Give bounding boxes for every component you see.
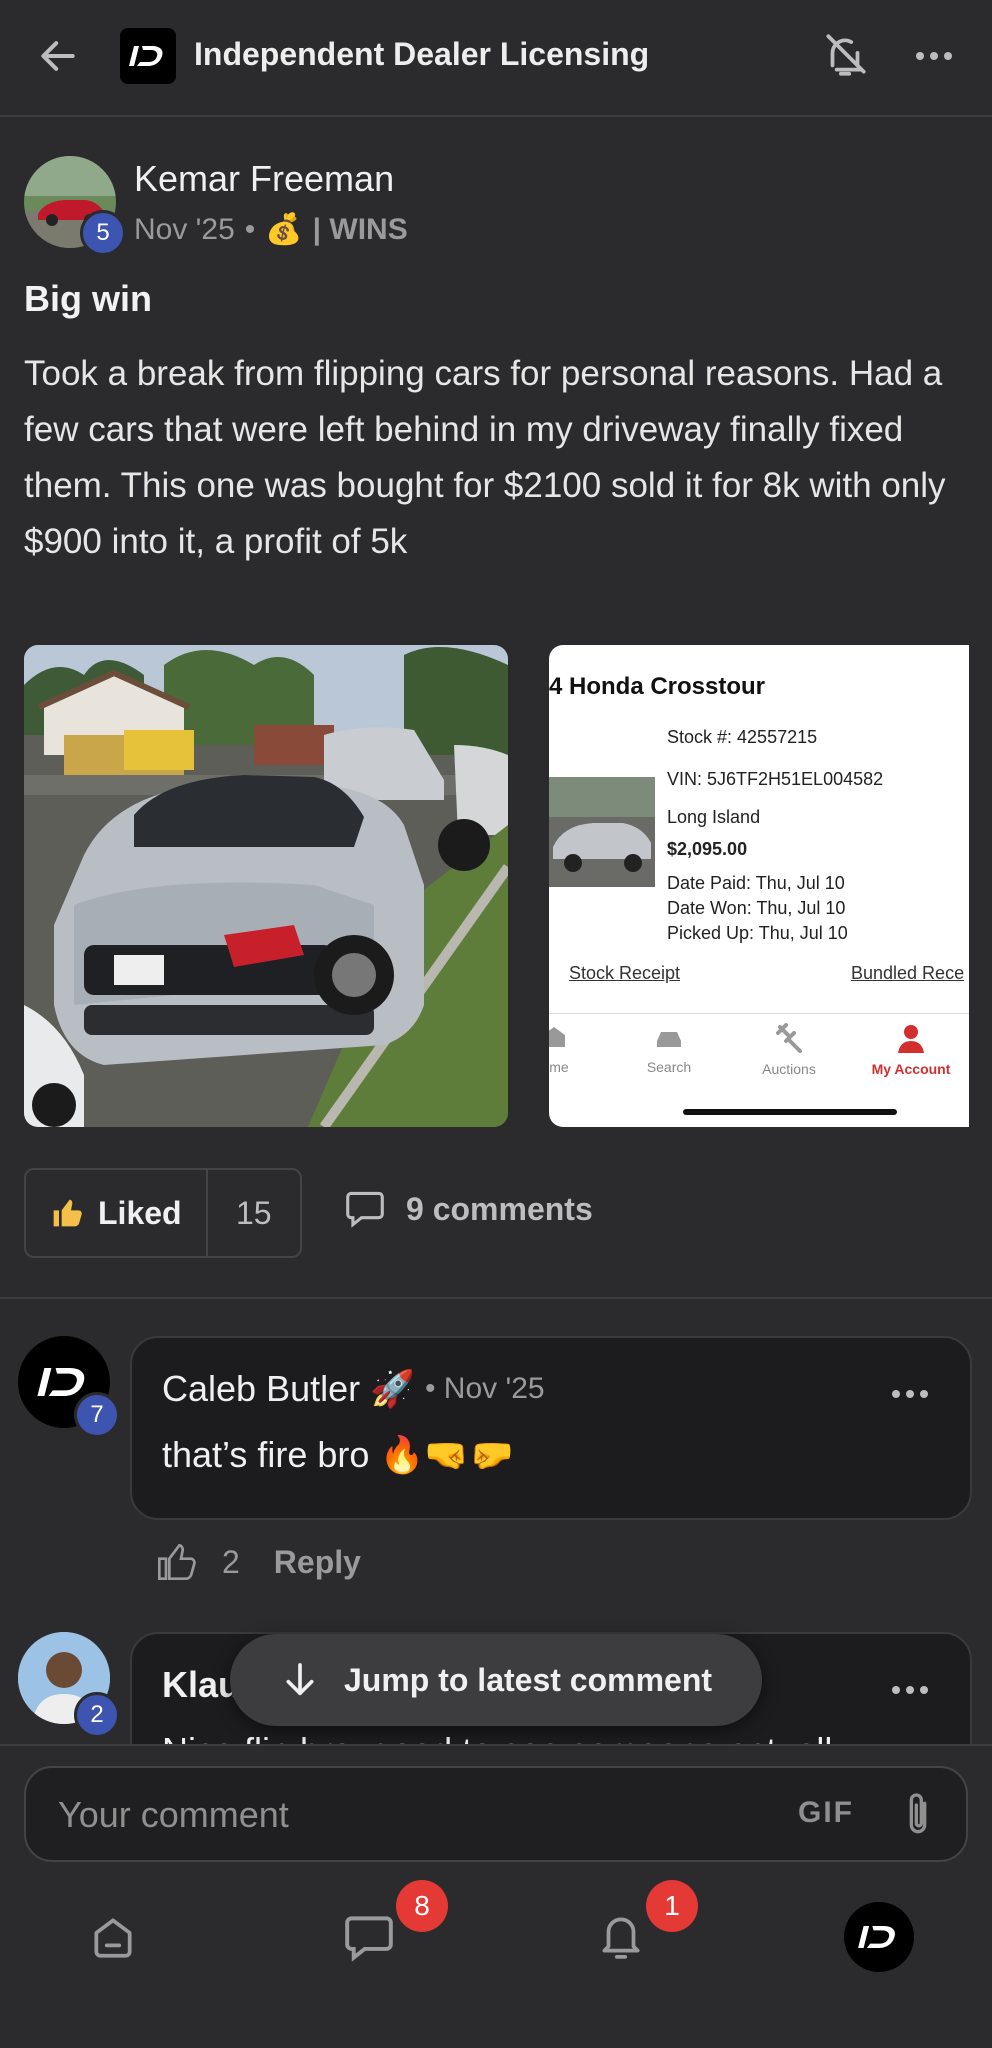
comment-author[interactable]: Caleb Butler <box>162 1368 360 1410</box>
bottom-tab-bar: 8 1 <box>0 1880 992 2048</box>
post-image-receipt[interactable]: 4 Honda Crosstour Stock #: 42557215 VIN:… <box>549 645 969 1127</box>
post-title: Big win <box>24 278 152 319</box>
receipt-date-paid: Date Paid: Thu, Jul 10 <box>667 873 845 893</box>
post-category[interactable]: | WINS <box>313 213 408 247</box>
money-bag-icon: 💰 <box>265 213 303 246</box>
receipt-nav-auctions-label: Auctions <box>762 1061 816 1077</box>
car-icon <box>657 1032 681 1047</box>
post-author-name[interactable]: Kemar Freeman <box>134 158 394 200</box>
receipt-nav-search: Search <box>639 1027 699 1075</box>
gif-button[interactable]: GIF <box>798 1796 854 1830</box>
receipt-date-won: Date Won: Thu, Jul 10 <box>667 898 846 918</box>
receipt-stock-link: Stock Receipt <box>569 963 681 983</box>
receipt-nav-account-label: My Account <box>871 1061 951 1077</box>
user-level-badge: 5 <box>80 210 126 256</box>
thumbs-up-icon <box>53 1199 82 1227</box>
receipt-nav-home-label: me <box>549 1059 569 1075</box>
car-thumbnail <box>549 777 655 887</box>
thumbs-up-outline-icon[interactable] <box>156 1542 196 1582</box>
receipt-picked-up: Picked Up: Thu, Jul 10 <box>667 923 848 943</box>
comment-date: • Nov '25 <box>424 1372 545 1405</box>
user-level-badge: 7 <box>74 1392 120 1438</box>
receipt-vin: VIN: 5J6TF2H51EL004582 <box>667 769 884 789</box>
jump-to-latest-button[interactable]: Jump to latest comment <box>230 1634 762 1726</box>
comment-like-count: 2 <box>222 1543 240 1580</box>
receipt-nav-account: My Account <box>861 1023 961 1077</box>
user-level-badge: 2 <box>74 1692 120 1738</box>
comments-button[interactable]: 9 comments <box>344 1190 593 1228</box>
person-icon <box>898 1025 924 1053</box>
section-divider <box>0 1297 992 1299</box>
community-title: Independent Dealer Licensing <box>194 36 650 72</box>
gavel-icon <box>776 1023 802 1053</box>
car-photo <box>24 645 508 1127</box>
receipt-nav-home: me <box>549 1027 579 1075</box>
id-logo-icon <box>129 46 163 66</box>
comment-text: that’s fire bro 🔥🤜🤛 <box>162 1434 514 1475</box>
post-body: Took a break from flipping cars for pers… <box>24 354 946 561</box>
community-logo <box>120 28 176 84</box>
receipt-bundled-link: Bundled Rece <box>851 963 965 983</box>
comment-bubble: Caleb Butler 🚀 • Nov '25 that’s fire bro… <box>130 1336 972 1520</box>
like-label: Liked <box>98 1194 182 1231</box>
notifications-icon[interactable] <box>596 1908 646 1964</box>
meta-separator: • <box>244 212 256 246</box>
back-arrow-icon[interactable] <box>36 34 80 78</box>
comment-bubble-icon <box>346 1191 384 1228</box>
comment-input[interactable]: Your comment GIF <box>24 1766 968 1862</box>
more-options-icon[interactable] <box>916 52 952 60</box>
receipt-stock: Stock #: 42557215 <box>667 727 818 747</box>
post-date: Nov '25 <box>134 212 235 246</box>
rocket-icon: 🚀 <box>370 1368 415 1409</box>
receipt-location: Long Island <box>667 807 761 827</box>
comment-more-icon[interactable] <box>892 1686 928 1694</box>
receipt-price: $2,095.00 <box>667 839 748 859</box>
receipt-car-thumb <box>549 777 655 887</box>
id-logo-icon <box>858 1926 895 1948</box>
chat-icon[interactable] <box>342 1914 396 1962</box>
notifications-off-icon[interactable] <box>820 30 870 80</box>
comments-count-label: 9 comments <box>406 1190 593 1227</box>
like-toggle[interactable]: Liked <box>26 1170 208 1256</box>
attachment-icon[interactable] <box>898 1790 938 1840</box>
home-indicator <box>683 1109 897 1115</box>
comment-text: Nice flip bro, good to see someone actua… <box>162 1730 850 1744</box>
comment-placeholder: Your comment <box>58 1794 289 1835</box>
receipt-nav-search-label: Search <box>646 1059 692 1075</box>
post-image-car[interactable] <box>24 645 508 1127</box>
comment-more-icon[interactable] <box>892 1390 928 1398</box>
profile-tab-avatar[interactable] <box>844 1902 914 1972</box>
receipt-nav-divider <box>549 1013 969 1014</box>
receipt-title: 4 Honda Crosstour <box>549 673 766 700</box>
notifications-badge: 1 <box>646 1880 698 1932</box>
home-icon[interactable] <box>88 1912 138 1962</box>
reply-button[interactable]: Reply <box>274 1544 361 1581</box>
comment-author[interactable]: Klau <box>162 1664 240 1706</box>
receipt-nav-auctions: Auctions <box>749 1023 829 1077</box>
like-button[interactable]: Liked 15 <box>24 1168 302 1258</box>
chat-badge: 8 <box>396 1880 448 1932</box>
post-meta: Nov '25 • 💰 | WINS <box>134 212 408 247</box>
top-app-bar: Independent Dealer Licensing <box>0 0 992 117</box>
home-icon <box>549 1027 565 1047</box>
arrow-down-icon <box>286 1663 314 1696</box>
like-count: 15 <box>235 1194 272 1231</box>
jump-label: Jump to latest comment <box>343 1661 713 1698</box>
comment-header: Caleb Butler 🚀 • Nov '25 <box>162 1368 545 1410</box>
comment-actions: 2 Reply <box>156 1542 361 1582</box>
